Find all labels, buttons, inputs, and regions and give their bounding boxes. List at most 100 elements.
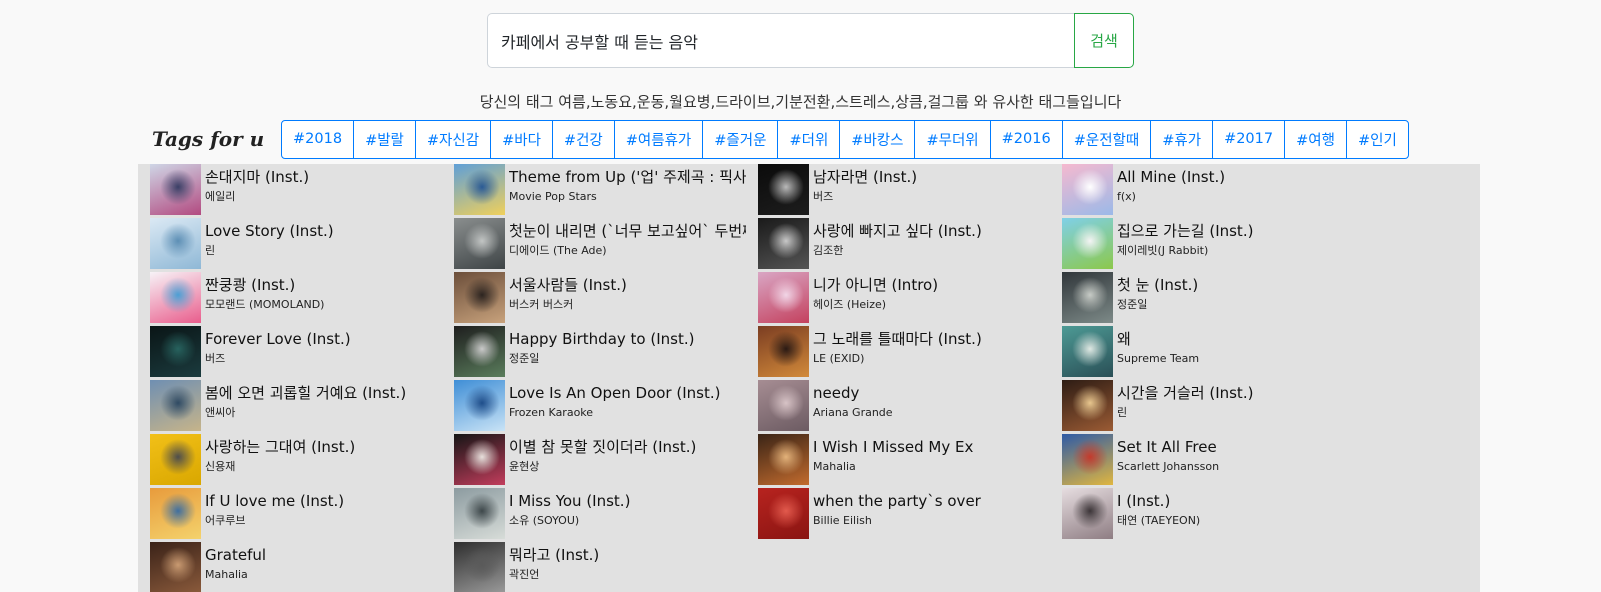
song-item[interactable]: 왜 Supreme Team	[1050, 326, 1354, 380]
song-title: Set It All Free	[1117, 438, 1217, 456]
song-item[interactable]: 이별 참 못할 짓이더라 (Inst.) 윤현상	[442, 434, 746, 488]
album-cover	[758, 326, 809, 377]
song-artist: Billie Eilish	[813, 514, 872, 527]
song-item[interactable]: 손대지마 (Inst.) 에일리	[138, 164, 442, 218]
song-title: 뭐라고 (Inst.)	[509, 546, 600, 564]
song-item[interactable]: 첫 눈 (Inst.) 정준일	[1050, 272, 1354, 326]
song-artist: 에일리	[205, 190, 236, 203]
song-item[interactable]: Forever Love (Inst.) 버즈	[138, 326, 442, 380]
song-text: I Miss You (Inst.) 소유 (SOYOU)	[509, 488, 746, 529]
song-item[interactable]: 그 노래를 틀때마다 (Inst.) LE (EXID)	[746, 326, 1050, 380]
song-item[interactable]: 짠쿵쾅 (Inst.) 모모랜드 (MOMOLAND)	[138, 272, 442, 326]
song-item[interactable]: I (Inst.) 태연 (TAEYEON)	[1050, 488, 1354, 542]
search-input[interactable]	[487, 13, 1074, 68]
album-cover	[1062, 218, 1113, 269]
song-title: 사랑에 빠지고 싶다 (Inst.)	[813, 222, 982, 240]
tag-button[interactable]: #여행	[1284, 119, 1347, 159]
tag-button[interactable]: #2016	[989, 119, 1063, 159]
tag-button[interactable]: #여름휴가	[613, 119, 704, 159]
song-item[interactable]: 봄에 오면 괴롭힐 거예요 (Inst.) 앤씨아	[138, 380, 442, 434]
song-item[interactable]: If U love me (Inst.) 어쿠루브	[138, 488, 442, 542]
song-item[interactable]: 뭐라고 (Inst.) 곽진언	[442, 542, 746, 592]
song-item[interactable]: 사랑에 빠지고 싶다 (Inst.) 김조한	[746, 218, 1050, 272]
song-item[interactable]: Love Is An Open Door (Inst.) Frozen Karao…	[442, 380, 746, 434]
song-artist: Movie Pop Stars	[509, 190, 597, 203]
song-item[interactable]: 니가 아니면 (Intro) 헤이즈 (Heize)	[746, 272, 1050, 326]
song-item[interactable]: I Wish I Missed My Ex Mahalia	[746, 434, 1050, 488]
tag-button[interactable]: #휴가	[1150, 119, 1214, 159]
tag-button[interactable]: #2017	[1212, 119, 1286, 159]
song-artist: 신용재	[205, 460, 236, 473]
song-title: Forever Love (Inst.)	[205, 330, 351, 348]
song-item[interactable]: Happy Birthday to (Inst.) 정준일	[442, 326, 746, 380]
search-button[interactable]: 검색	[1074, 13, 1134, 68]
album-cover	[454, 434, 505, 485]
song-title: 첫 눈 (Inst.)	[1117, 276, 1199, 294]
song-item[interactable]: Grateful Mahalia	[138, 542, 442, 592]
song-title: 사랑하는 그대여 (Inst.)	[205, 438, 356, 456]
song-text: 사랑에 빠지고 싶다 (Inst.) 김조한	[813, 218, 1050, 259]
tag-button[interactable]: #건강	[551, 119, 615, 159]
song-item[interactable]: 사랑하는 그대여 (Inst.) 신용재	[138, 434, 442, 488]
song-title: Love Is An Open Door (Inst.)	[509, 384, 721, 402]
song-artist: 제이레빗(J Rabbit)	[1117, 244, 1209, 257]
song-text: 시간을 거슬러 (Inst.) 린	[1117, 380, 1354, 421]
song-item[interactable]: I Miss You (Inst.) 소유 (SOYOU)	[442, 488, 746, 542]
song-artist: 정준일	[509, 352, 540, 365]
song-item[interactable]: All Mine (Inst.) f(x)	[1050, 164, 1354, 218]
tag-button[interactable]: #자신감	[414, 119, 492, 159]
song-item[interactable]: Love Story (Inst.) 린	[138, 218, 442, 272]
tag-button[interactable]: #발랄	[353, 119, 416, 159]
song-text: Love Story (Inst.) 린	[205, 218, 442, 259]
song-artist: 디에이드 (The Ade)	[509, 244, 607, 257]
song-text: Happy Birthday to (Inst.) 정준일	[509, 326, 746, 367]
tag-button[interactable]: #더위	[777, 119, 841, 159]
album-cover	[758, 434, 809, 485]
album-cover	[150, 434, 201, 485]
song-item[interactable]: 서울사람들 (Inst.) 버스커 버스커	[442, 272, 746, 326]
song-item[interactable]: Theme from Up ('업' 주제곡 : 픽사 영화 '업' 삽입곡) M…	[442, 164, 746, 218]
song-title: All Mine (Inst.)	[1117, 168, 1226, 186]
song-item[interactable]: 남자라면 (Inst.) 버즈	[746, 164, 1050, 218]
song-title: 왜	[1117, 330, 1131, 348]
song-artist: 버즈	[813, 190, 834, 203]
tag-button-group: #2018 #발랄 #자신감 #바다 #건강 #여름휴가 #즐거운 #더위 #바캉스 #무더위 #2…	[281, 119, 1409, 159]
song-item[interactable]: when the party`s over Billie Eilish	[746, 488, 1050, 542]
song-text: 니가 아니면 (Intro) 헤이즈 (Heize)	[813, 272, 1050, 313]
song-title: 남자라면 (Inst.)	[813, 168, 918, 186]
album-cover	[150, 218, 201, 269]
tag-button[interactable]: #인기	[1345, 119, 1409, 159]
song-title: 그 노래를 틀때마다 (Inst.)	[813, 330, 982, 348]
song-text: 손대지마 (Inst.) 에일리	[205, 164, 442, 205]
song-title: 니가 아니면 (Intro)	[813, 276, 939, 294]
song-item[interactable]: 시간을 거슬러 (Inst.) 린	[1050, 380, 1354, 434]
album-cover	[758, 164, 809, 215]
song-item[interactable]: 집으로 가는길 (Inst.) 제이레빗(J Rabbit)	[1050, 218, 1354, 272]
song-text: Grateful Mahalia	[205, 542, 442, 583]
song-text: If U love me (Inst.) 어쿠루브	[205, 488, 442, 529]
album-cover	[1062, 272, 1113, 323]
song-item[interactable]: 첫눈이 내리면 (`너무 보고싶어` 두번째 이야기) 디에이드 (The Ade…	[442, 218, 746, 272]
song-column: All Mine (Inst.) f(x) 집으로 가는길 (Inst.) 제이레빗(…	[1050, 164, 1354, 592]
song-title: 이별 참 못할 짓이더라 (Inst.)	[509, 438, 697, 456]
tag-button[interactable]: #2018	[281, 119, 355, 159]
song-column: Theme from Up ('업' 주제곡 : 픽사 영화 '업' 삽입곡) M…	[442, 164, 746, 592]
song-text: 첫눈이 내리면 (`너무 보고싶어` 두번째 이야기) 디에이드 (The Ade…	[509, 218, 746, 259]
tag-button[interactable]: #무더위	[914, 119, 991, 159]
song-title: 첫눈이 내리면 (`너무 보고싶어` 두번째 이야기)	[509, 222, 746, 240]
tag-button[interactable]: #바캉스	[839, 119, 916, 159]
song-text: 봄에 오면 괴롭힐 거예요 (Inst.) 앤씨아	[205, 380, 442, 421]
song-item[interactable]: Set It All Free Scarlett Johansson	[1050, 434, 1354, 488]
song-text: Theme from Up ('업' 주제곡 : 픽사 영화 '업' 삽입곡) M…	[509, 164, 746, 205]
album-cover	[454, 272, 505, 323]
song-title: 집으로 가는길 (Inst.)	[1117, 222, 1254, 240]
song-title: 짠쿵쾅 (Inst.)	[205, 276, 296, 294]
tag-button[interactable]: #즐거운	[702, 119, 779, 159]
tag-button[interactable]: #운전할때	[1061, 119, 1152, 159]
song-artist: 곽진언	[509, 568, 540, 581]
song-artist: 태연 (TAEYEON)	[1117, 514, 1201, 527]
song-artist: 김조한	[813, 244, 844, 257]
similar-tags-description: 당신의 태그 여름,노동요,운동,월요병,드라이브,기분전환,스트레스,상큼,걸…	[479, 93, 1122, 111]
tag-button[interactable]: #바다	[490, 119, 553, 159]
song-item[interactable]: needy Ariana Grande	[746, 380, 1050, 434]
